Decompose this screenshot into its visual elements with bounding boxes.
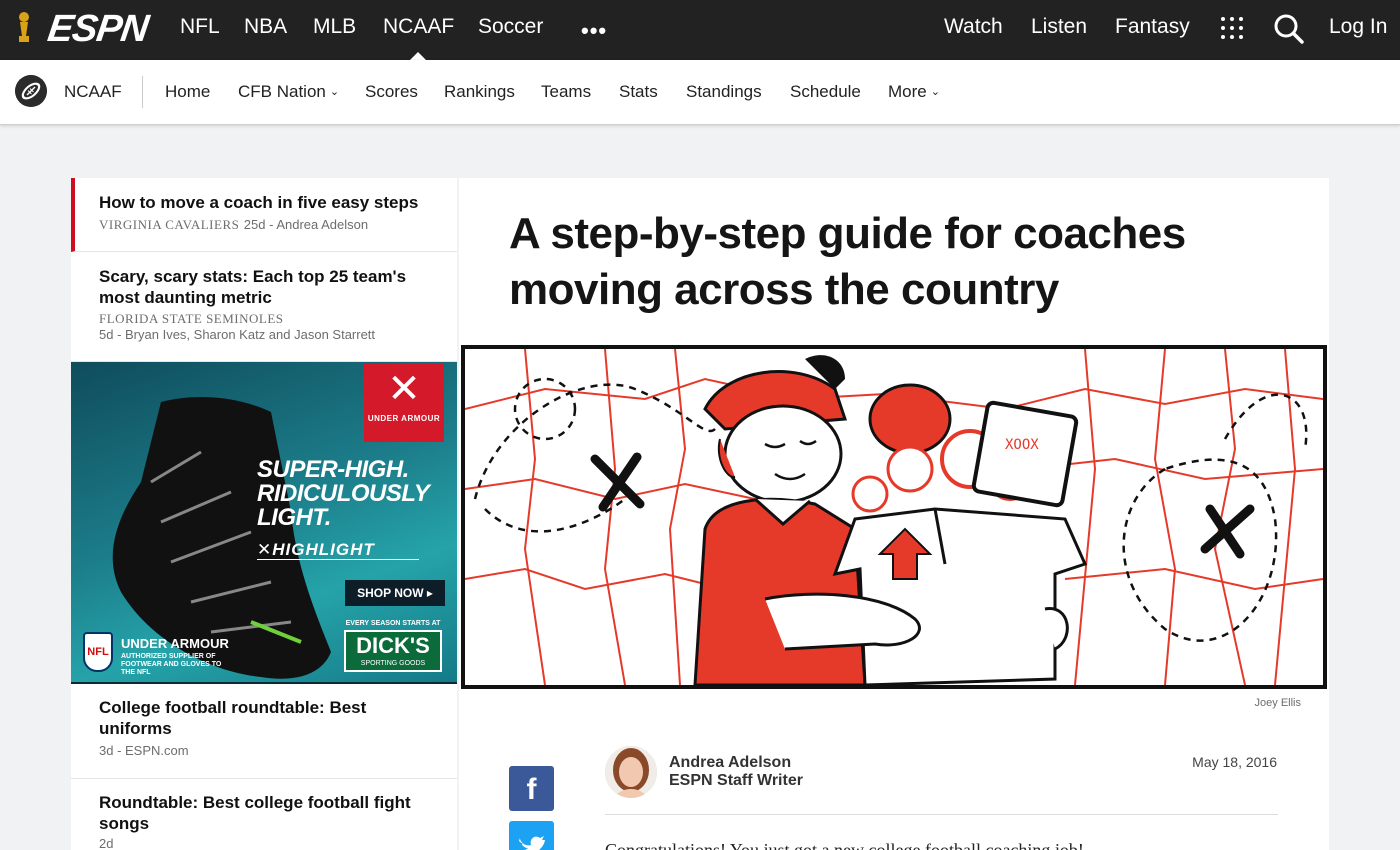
- top-navigation: ESPN NFL NBA MLB NCAAF Soccer ••• Watch …: [0, 0, 1400, 61]
- image-credit: Joey Ellis: [1254, 697, 1301, 709]
- story-team[interactable]: VIRGINIA CAVALIERS: [99, 217, 239, 232]
- story-title[interactable]: How to move a coach in five easy steps: [99, 192, 433, 213]
- coach-moving-illustration: XOOX: [465, 349, 1323, 685]
- nav-mlb[interactable]: MLB: [313, 15, 356, 39]
- shop-now-button[interactable]: SHOP NOW ▸: [345, 580, 445, 606]
- ad-headline-line: RIDICULOUSLY: [257, 480, 430, 507]
- nav-nba[interactable]: NBA: [244, 15, 287, 39]
- twitter-share-button[interactable]: [509, 821, 554, 850]
- story-title[interactable]: Scary, scary stats: Each top 25 team's m…: [99, 266, 433, 308]
- supplier-text: AUTHORIZED SUPPLIER OF FOOTWEAR AND GLOV…: [121, 653, 222, 676]
- retailer-tag: EVERY SEASON STARTS AT: [345, 620, 441, 627]
- subnav-more[interactable]: More ⌄: [888, 82, 940, 102]
- divider: [605, 814, 1278, 815]
- article-body: Congratulations! You just got a new coll…: [605, 840, 1084, 850]
- supplier-title: UNDER ARMOUR: [121, 636, 229, 651]
- dicks-logo: EVERY SEASON STARTS AT DICK'S SPORTING G…: [341, 620, 445, 676]
- shop-now-label: SHOP NOW: [357, 586, 424, 600]
- nav-soccer[interactable]: Soccer: [478, 15, 543, 39]
- subnav-schedule[interactable]: Schedule: [790, 82, 861, 102]
- ua-brand-text: UNDER ARMOUR: [367, 414, 441, 423]
- chevron-down-icon: ⌄: [329, 86, 340, 98]
- story-item[interactable]: College football roundtable: Best unifor…: [71, 684, 457, 779]
- story-title[interactable]: Roundtable: Best college football fight …: [99, 792, 433, 834]
- subnav-rankings[interactable]: Rankings: [444, 82, 515, 102]
- facebook-share-button[interactable]: f: [509, 766, 554, 811]
- svg-text:XOOX: XOOX: [1005, 437, 1039, 453]
- ad-headline-line: LIGHT.: [257, 504, 331, 531]
- sport-subnav: NCAAF Home CFB Nation ⌄ Scores Rankings T…: [0, 60, 1400, 125]
- trophy-icon[interactable]: [14, 11, 34, 45]
- nav-listen[interactable]: Listen: [1031, 15, 1087, 39]
- chevron-down-icon: ⌄: [930, 86, 940, 98]
- divider: [142, 76, 143, 108]
- article-hero-image[interactable]: XOOX: [461, 345, 1327, 689]
- story-meta: 3d - ESPN.com: [99, 743, 189, 758]
- subnav-stats[interactable]: Stats: [619, 82, 658, 102]
- article-headline: A step-by-step guide for coaches moving …: [509, 209, 1186, 314]
- subnav-teams[interactable]: Teams: [541, 82, 591, 102]
- ua-logo: ✕ UNDER ARMOUR: [364, 364, 444, 442]
- subnav-more-label: More: [888, 82, 927, 101]
- nav-fantasy[interactable]: Fantasy: [1115, 15, 1190, 39]
- espn-logo[interactable]: ESPN: [45, 8, 150, 51]
- nav-watch[interactable]: Watch: [944, 15, 1003, 39]
- story-item[interactable]: Roundtable: Best college football fight …: [71, 779, 457, 850]
- subnav-home[interactable]: Home: [165, 82, 210, 102]
- advertisement[interactable]: ✕ UNDER ARMOUR SUPER-HIGH. RIDICULOUSLY …: [71, 362, 457, 684]
- subnav-scores[interactable]: Scores: [365, 82, 418, 102]
- login-link[interactable]: Log In: [1329, 15, 1387, 39]
- football-icon[interactable]: [15, 75, 47, 107]
- subnav-cfb-nation-label: CFB Nation: [238, 82, 326, 101]
- story-item[interactable]: How to move a coach in five easy steps V…: [71, 178, 457, 252]
- story-meta: 25d - Andrea Adelson: [243, 217, 369, 232]
- story-team[interactable]: FLORIDA STATE SEMINOLES: [99, 311, 433, 327]
- more-dots-icon[interactable]: •••: [581, 18, 607, 44]
- ad-headline: SUPER-HIGH. RIDICULOUSLY LIGHT.: [257, 456, 430, 531]
- article: A step-by-step guide for coaches moving …: [459, 178, 1329, 850]
- search-icon[interactable]: [1273, 13, 1305, 45]
- facebook-icon: f: [526, 773, 537, 806]
- subnav-cfb-nation[interactable]: CFB Nation ⌄: [238, 82, 339, 102]
- story-title[interactable]: College football roundtable: Best unifor…: [99, 697, 433, 739]
- ua-logo-icon: ✕: [387, 367, 421, 411]
- nav-nfl[interactable]: NFL: [180, 15, 220, 39]
- story-meta: 5d - Bryan Ives, Sharon Katz and Jason S…: [99, 327, 376, 342]
- author-role: ESPN Staff Writer: [669, 772, 803, 789]
- nav-ncaaf[interactable]: NCAAF: [383, 15, 454, 39]
- nfl-shield-icon: NFL: [83, 632, 113, 672]
- author-photo: [605, 746, 657, 798]
- apps-grid-icon[interactable]: [1221, 17, 1243, 39]
- publish-date: May 18, 2016: [1192, 754, 1277, 770]
- author-avatar[interactable]: [605, 746, 657, 798]
- ad-headline-line: SUPER-HIGH.: [257, 456, 409, 483]
- ad-product-name: ✕HIGHLIGHT: [257, 540, 375, 559]
- divider: [257, 559, 419, 560]
- sport-title[interactable]: NCAAF: [64, 82, 122, 102]
- retailer-sub: SPORTING GOODS: [360, 660, 426, 667]
- story-item[interactable]: Scary, scary stats: Each top 25 team's m…: [71, 252, 457, 362]
- subnav-standings[interactable]: Standings: [686, 82, 762, 102]
- author-name[interactable]: Andrea Adelson: [669, 754, 791, 772]
- twitter-icon: [519, 836, 545, 850]
- story-meta: 2d: [99, 836, 114, 850]
